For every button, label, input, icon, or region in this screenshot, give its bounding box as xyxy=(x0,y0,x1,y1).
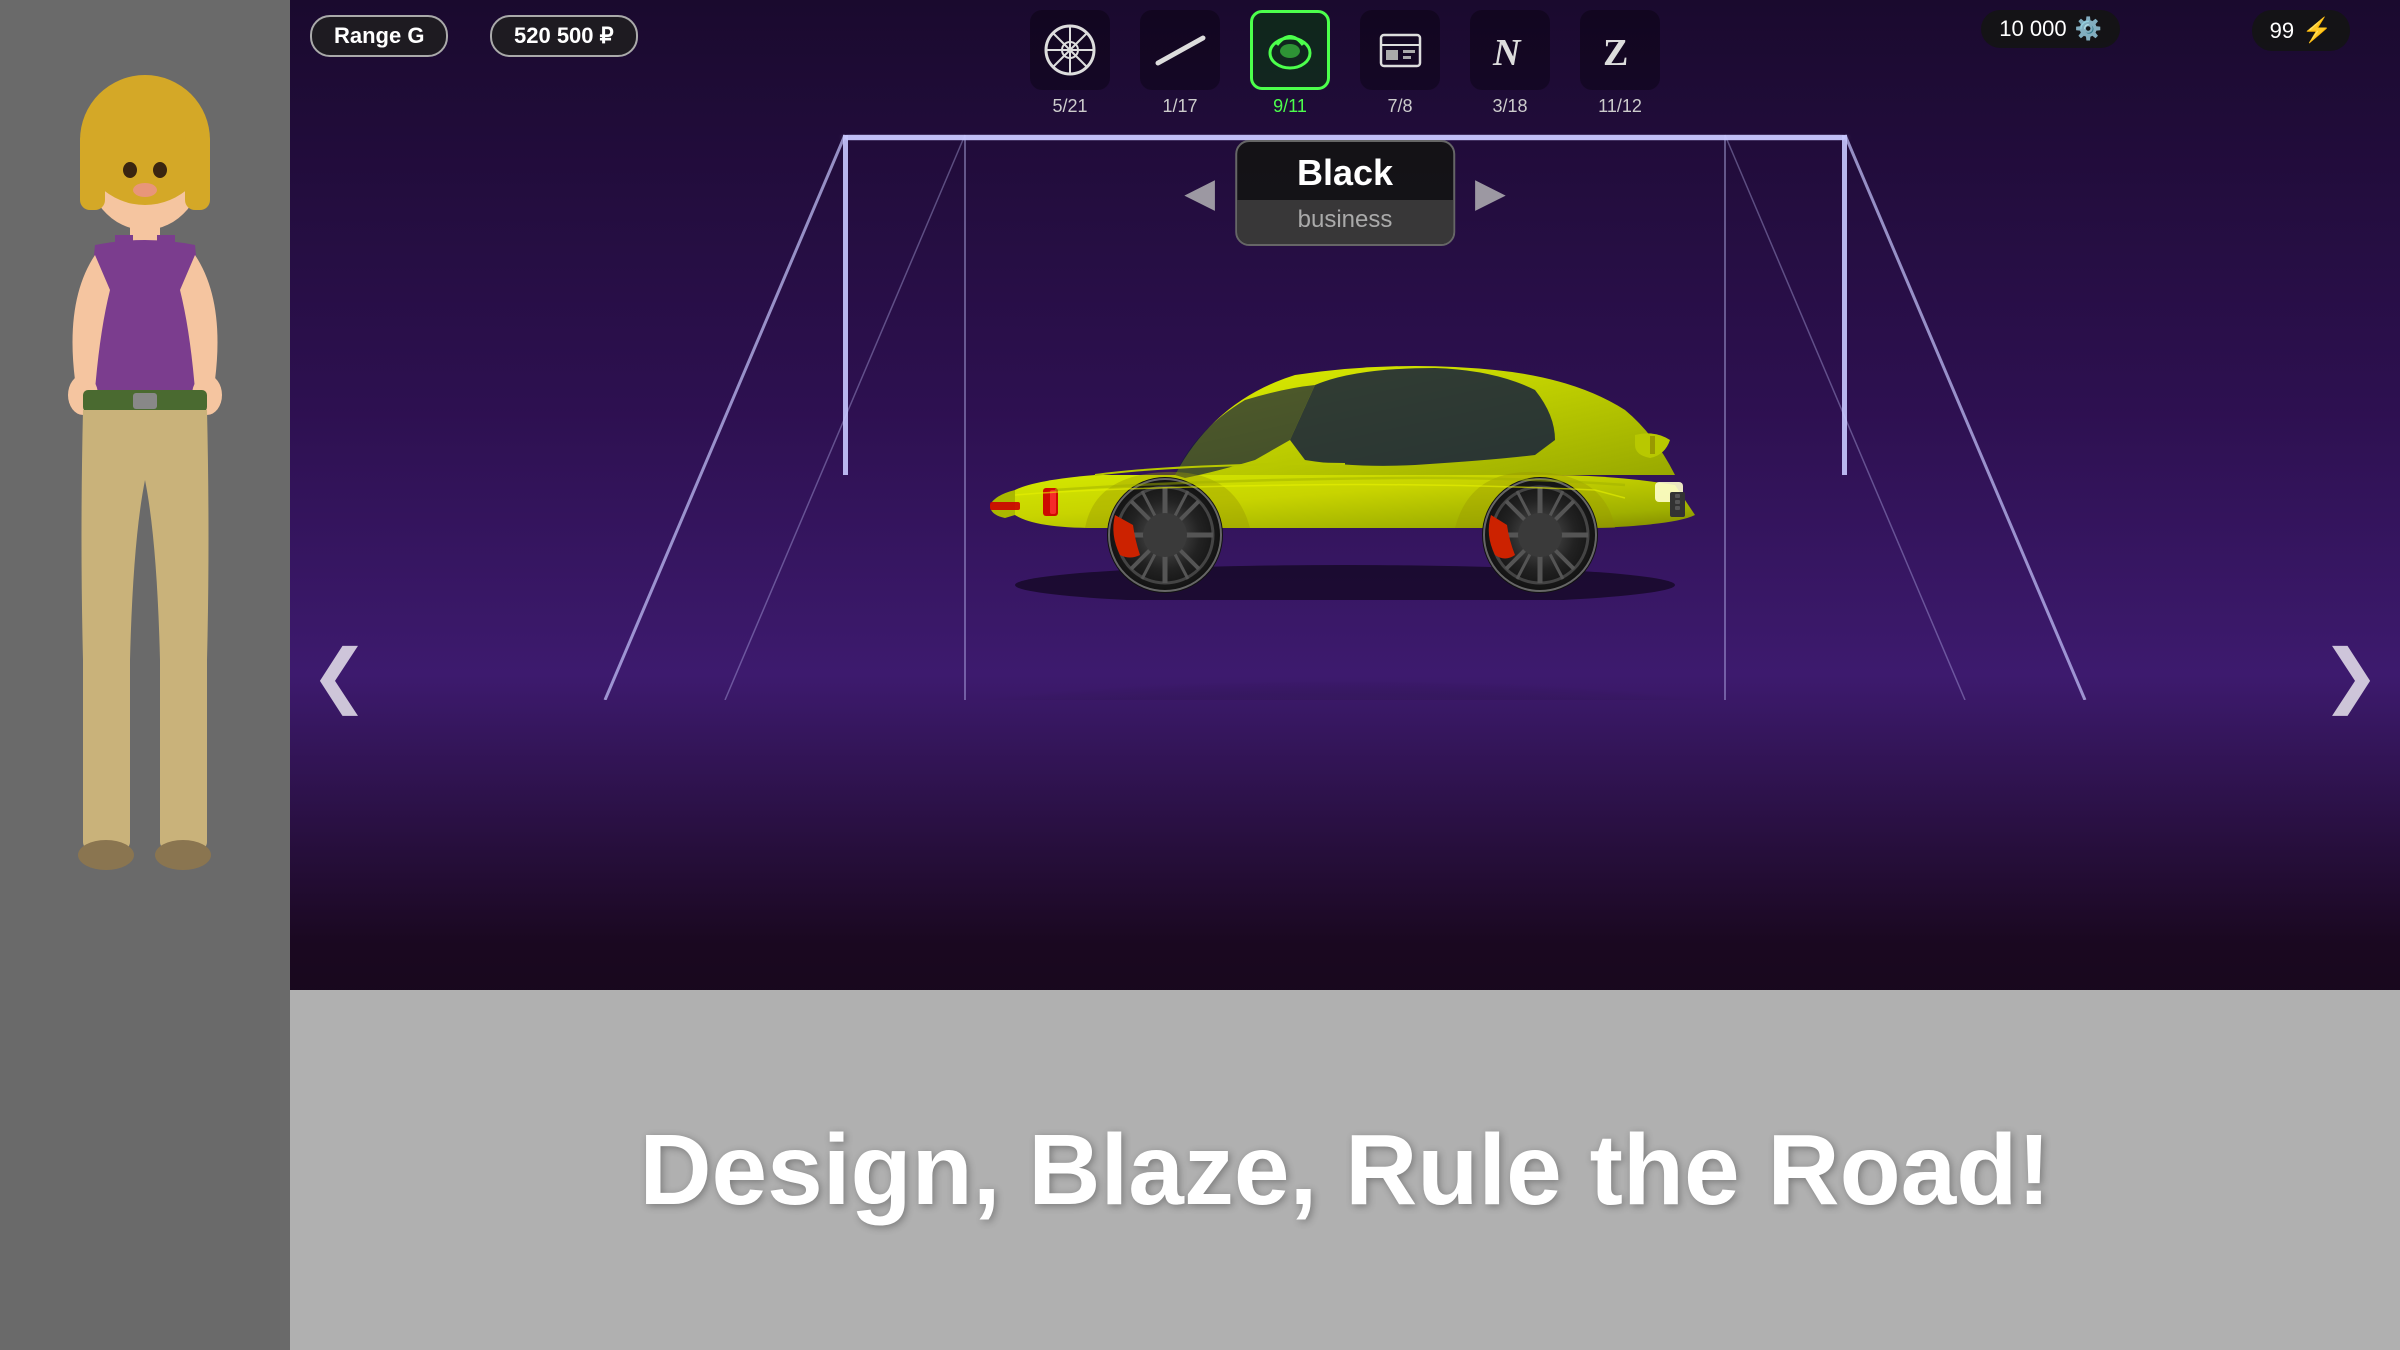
category-livery[interactable]: 7/8 xyxy=(1360,10,1440,117)
category-stripe[interactable]: 1/17 xyxy=(1140,10,1220,117)
livery-icon-box xyxy=(1360,10,1440,90)
style2-count: 11/12 xyxy=(1598,96,1642,117)
svg-text:N: N xyxy=(1492,32,1522,74)
coins-badge: 10 000 ⚙️ xyxy=(1981,10,2120,48)
bottom-section: Design, Blaze, Rule the Road! xyxy=(290,990,2400,1350)
color-next-arrow[interactable]: ▶ xyxy=(1475,170,1506,216)
color-prev-arrow[interactable]: ◀ xyxy=(1184,170,1215,216)
top-bar: Range G 520 500 ₽ 5/21 xyxy=(290,0,2400,70)
color-name-box: Black business xyxy=(1235,140,1455,246)
stripe-icon-box xyxy=(1140,10,1220,90)
color-count: 9/11 xyxy=(1273,96,1307,117)
livery-count: 7/8 xyxy=(1387,96,1412,117)
category-style1[interactable]: N 3/18 xyxy=(1470,10,1550,117)
wheels-count: 5/21 xyxy=(1052,96,1087,117)
wheels-icon-box xyxy=(1030,10,1110,90)
category-color[interactable]: 9/11 xyxy=(1250,10,1330,117)
car-svg xyxy=(895,220,1795,600)
range-badge[interactable]: Range G xyxy=(310,15,448,57)
color-type-label: business xyxy=(1237,200,1453,244)
price-value: 520 500 xyxy=(514,23,594,48)
category-wheels[interactable]: 5/21 xyxy=(1030,10,1110,117)
lightning-value: 99 xyxy=(2270,18,2294,44)
category-row: 5/21 1/17 xyxy=(1030,10,1660,117)
color-name-label: Black xyxy=(1237,142,1453,200)
tagline-text: Design, Blaze, Rule the Road! xyxy=(639,1113,2050,1228)
character-figure xyxy=(15,40,275,990)
main-area: Range G 520 500 ₽ 5/21 xyxy=(290,0,2400,1350)
showcase-area: ◀ Black business ▶ xyxy=(545,120,2145,700)
currency-symbol: ₽ xyxy=(600,23,614,48)
stripe-count: 1/17 xyxy=(1162,96,1197,117)
color-selector: ◀ Black business ▶ xyxy=(1184,140,1506,246)
coins-value: 10 000 xyxy=(1999,16,2066,42)
left-panel xyxy=(0,0,290,1350)
gear-icon: ⚙️ xyxy=(2075,16,2102,42)
right-arrow-icon: ❯ xyxy=(2321,636,2380,714)
style1-icon-box: N xyxy=(1470,10,1550,90)
category-style2[interactable]: Z 11/12 xyxy=(1580,10,1660,117)
left-arrow-icon: ❮ xyxy=(310,636,369,714)
style1-count: 3/18 xyxy=(1492,96,1527,117)
color-icon-box xyxy=(1250,10,1330,90)
price-badge: 520 500 ₽ xyxy=(490,15,638,57)
lightning-icon: ⚡ xyxy=(2302,16,2332,45)
svg-text:Z: Z xyxy=(1603,32,1628,74)
lightning-badge: 99 ⚡ xyxy=(2252,10,2350,51)
character-area xyxy=(0,0,290,1350)
nav-left-arrow[interactable]: ❮ xyxy=(310,634,369,716)
nav-right-arrow[interactable]: ❯ xyxy=(2321,634,2380,716)
style2-icon-box: Z xyxy=(1580,10,1660,90)
car-container xyxy=(895,220,1795,600)
